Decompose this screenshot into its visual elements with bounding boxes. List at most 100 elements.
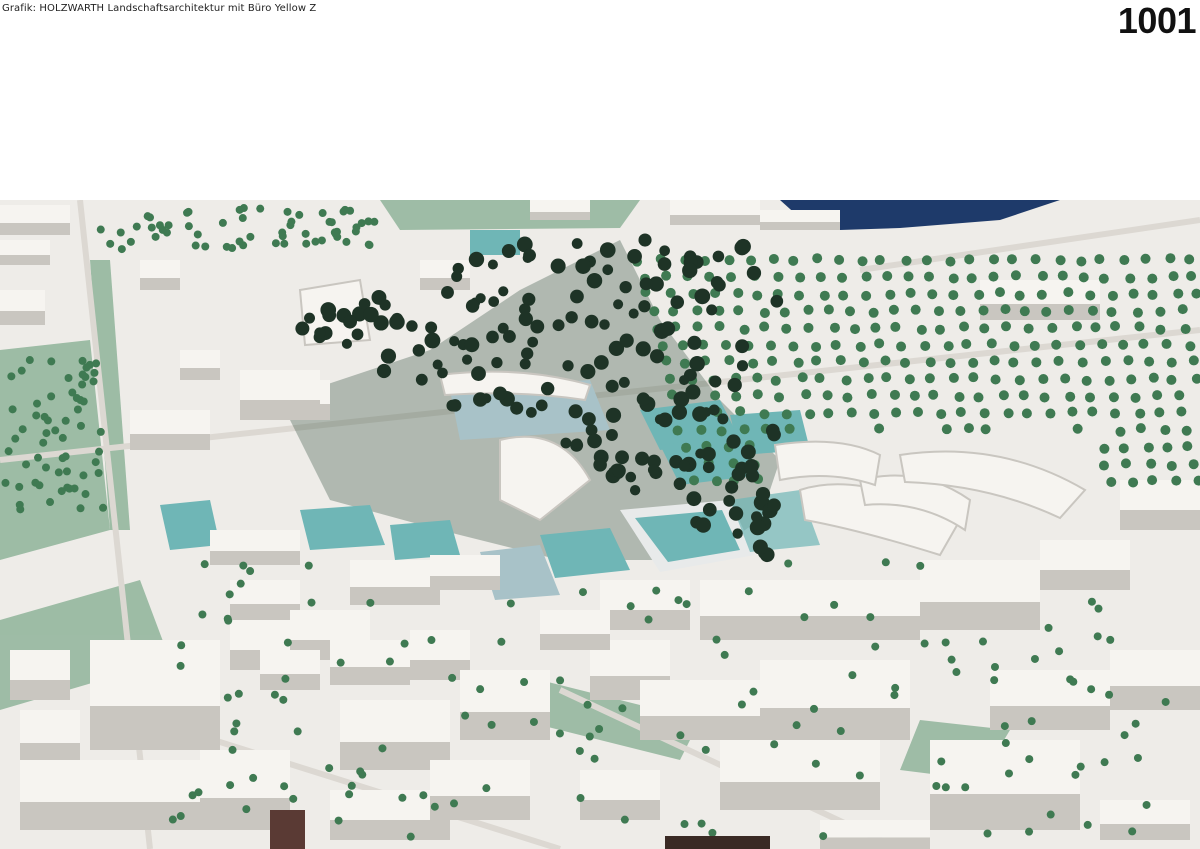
- tree: [550, 258, 566, 274]
- tree: [1107, 290, 1118, 301]
- tree: [1120, 731, 1129, 740]
- tree: [47, 392, 56, 401]
- tree: [576, 794, 585, 803]
- tree: [994, 287, 1005, 298]
- building: [760, 210, 840, 230]
- tree: [583, 700, 592, 709]
- tree: [605, 407, 622, 423]
- tree: [419, 791, 428, 800]
- tree: [1014, 290, 1025, 301]
- tree: [283, 638, 292, 647]
- tree: [1001, 321, 1012, 332]
- tree: [731, 391, 742, 402]
- tree: [963, 423, 974, 434]
- tree: [1118, 443, 1129, 454]
- building: [430, 760, 530, 820]
- tree: [351, 227, 360, 236]
- tree: [79, 471, 88, 480]
- tree: [910, 304, 921, 315]
- tree: [304, 312, 316, 324]
- tree: [767, 498, 781, 513]
- tree: [281, 674, 290, 683]
- tree: [76, 504, 85, 513]
- tree: [406, 320, 418, 332]
- tree: [106, 239, 115, 248]
- tree: [841, 375, 852, 386]
- tree: [697, 819, 706, 828]
- tree: [732, 528, 743, 539]
- tree: [896, 341, 907, 352]
- tree: [891, 683, 900, 692]
- tree: [725, 272, 736, 283]
- tree: [1140, 253, 1151, 264]
- tree: [1039, 392, 1050, 403]
- tree: [1142, 800, 1151, 809]
- tree: [1147, 273, 1158, 284]
- tree: [1094, 604, 1103, 613]
- tree: [461, 711, 470, 720]
- tree: [649, 306, 660, 317]
- tree: [230, 727, 239, 736]
- tree: [968, 372, 979, 383]
- tree: [1147, 475, 1158, 486]
- tree: [702, 502, 717, 517]
- tree: [1174, 390, 1185, 401]
- tree: [814, 373, 825, 384]
- tree: [448, 673, 457, 682]
- tree: [239, 241, 248, 250]
- building: [350, 560, 440, 605]
- tree: [363, 306, 379, 323]
- tree: [498, 286, 509, 297]
- tree: [228, 244, 237, 253]
- tree: [471, 366, 486, 381]
- tree: [307, 598, 316, 607]
- tree: [527, 336, 539, 348]
- tree: [58, 433, 67, 442]
- tree: [493, 386, 508, 401]
- tree: [990, 676, 999, 685]
- tree: [904, 374, 915, 385]
- tree: [885, 289, 896, 300]
- tree: [752, 539, 768, 555]
- tree: [692, 406, 708, 422]
- tree: [1060, 373, 1071, 384]
- tree: [618, 704, 627, 713]
- tree: [671, 404, 688, 420]
- tree: [800, 613, 809, 622]
- tree: [1037, 270, 1048, 281]
- tree: [605, 379, 619, 393]
- tree: [35, 481, 44, 490]
- tree: [882, 271, 893, 282]
- tree: [880, 355, 891, 366]
- tree: [191, 241, 200, 250]
- tree: [714, 321, 725, 332]
- tree: [238, 214, 247, 223]
- tree: [1168, 271, 1179, 282]
- tree: [1046, 810, 1055, 819]
- tree: [733, 305, 744, 316]
- tree: [759, 321, 770, 332]
- tree: [615, 450, 629, 465]
- tree: [1045, 408, 1056, 419]
- tree: [916, 561, 925, 570]
- tree: [863, 373, 874, 384]
- tree: [502, 330, 516, 343]
- tree: [711, 476, 722, 487]
- tree: [1120, 458, 1131, 469]
- tree: [968, 357, 979, 368]
- tree: [1076, 256, 1087, 267]
- tree: [773, 271, 784, 282]
- tree: [891, 407, 902, 418]
- tree: [1055, 647, 1064, 656]
- tree: [912, 406, 923, 417]
- tree: [1, 478, 10, 487]
- tree: [32, 411, 41, 420]
- tree: [629, 485, 641, 496]
- tree: [562, 360, 574, 372]
- tree: [57, 487, 66, 496]
- tree: [717, 413, 729, 425]
- tree: [1098, 460, 1109, 471]
- tree: [657, 257, 672, 271]
- tree: [239, 561, 248, 570]
- tree: [685, 384, 701, 400]
